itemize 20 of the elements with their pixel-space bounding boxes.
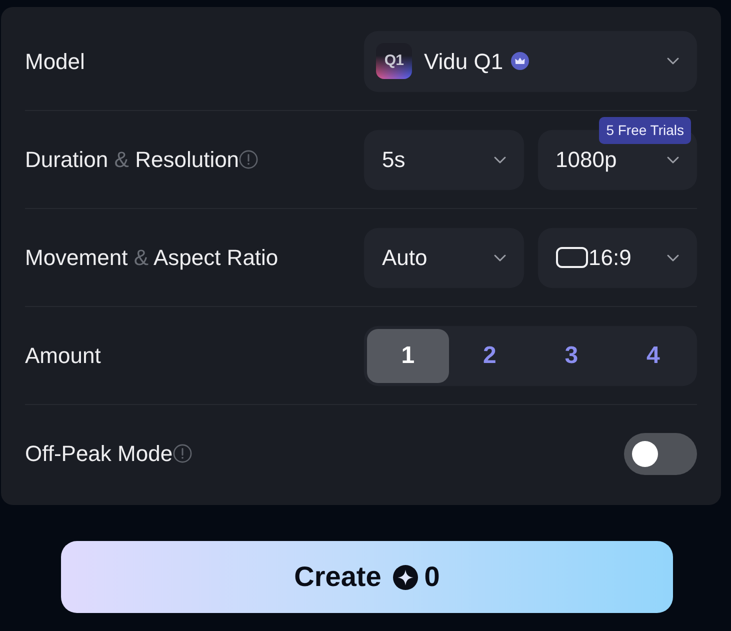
- dropdown-select[interactable]: Auto: [364, 228, 524, 288]
- setting-label: Amount: [25, 342, 101, 370]
- setting-label: Duration & Resolution: [25, 146, 240, 174]
- amount-option[interactable]: 4: [612, 328, 694, 382]
- dropdown-select[interactable]: 16:9: [538, 228, 697, 288]
- dropdown-select[interactable]: 5s: [364, 130, 524, 190]
- amount-option[interactable]: 1: [367, 328, 449, 382]
- sparkle-icon: [393, 564, 418, 590]
- amount-option[interactable]: 3: [530, 328, 612, 382]
- rectangle-icon: [556, 247, 588, 268]
- free-trials-tooltip: 5 Free Trials: [599, 116, 691, 144]
- create-button[interactable]: Create 0: [61, 541, 673, 613]
- model-logo: Q1: [376, 43, 412, 79]
- crown-icon: [511, 52, 530, 70]
- toggle-switch[interactable]: [624, 432, 697, 474]
- setting-label: Off-Peak Mode: [25, 440, 173, 468]
- setting-label: Model: [25, 48, 85, 76]
- model-select[interactable]: Q1 Vidu Q1: [364, 30, 697, 92]
- amount-option[interactable]: 2: [448, 328, 530, 382]
- setting-label: Movement & Aspect Ratio: [25, 244, 278, 272]
